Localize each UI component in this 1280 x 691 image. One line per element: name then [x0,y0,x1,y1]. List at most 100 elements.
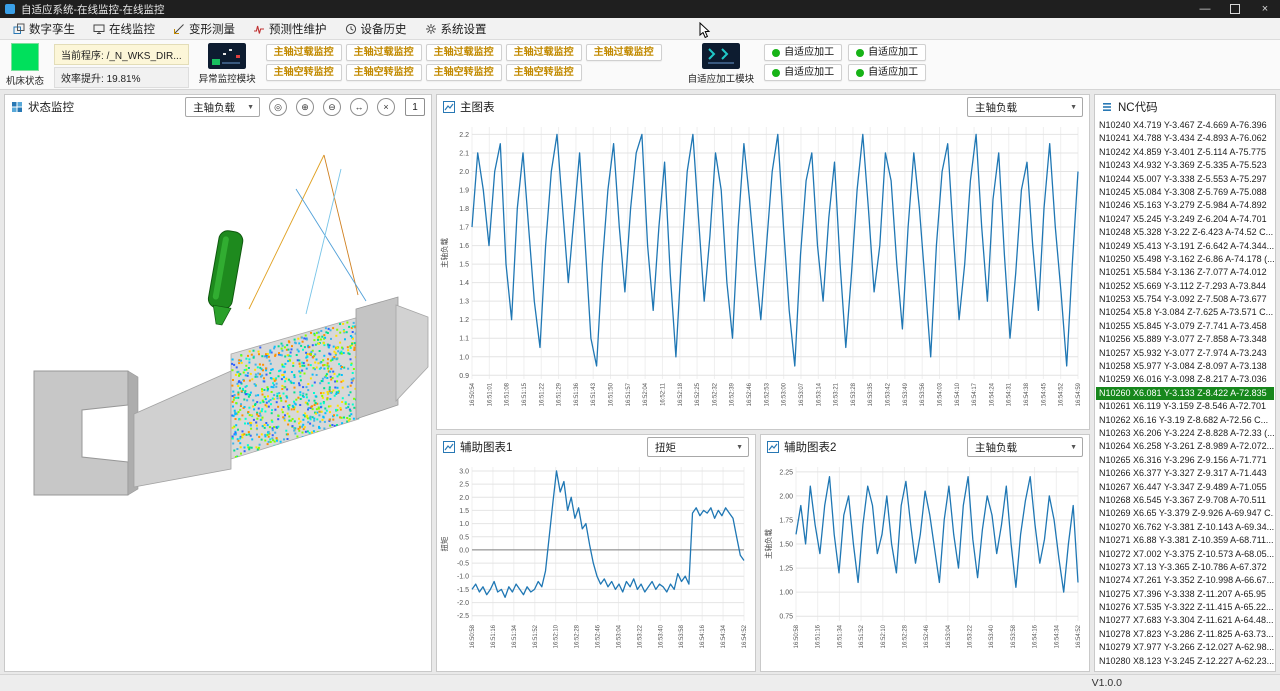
nc-code-line[interactable]: N10242 X4.859 Y-3.401 Z-5.114 A-75.775 [1096,146,1274,159]
svg-text:16:53:58: 16:53:58 [1011,624,1017,648]
zoom-in-icon[interactable]: ⊕ [296,98,314,116]
chevron-down-icon: ▼ [247,104,254,111]
nc-code-line[interactable]: N10258 X5.977 Y-3.084 Z-8.097 A-73.138 [1096,360,1274,373]
line-chart-icon [443,101,455,113]
nc-code-line[interactable]: N10247 X5.245 Y-3.249 Z-6.204 A-74.701 [1096,213,1274,226]
nc-code-line[interactable]: N10278 X7.823 Y-3.286 Z-11.825 A-63.73..… [1096,628,1274,641]
nc-code-line[interactable]: N10274 X7.261 Y-3.352 Z-10.998 A-66.67..… [1096,574,1274,587]
menu-item-online-monitor[interactable]: 在线监控 [84,18,164,39]
adaptive-buttons-grid: 自适应加工自适应加工自适应加工自适应加工 [764,44,926,81]
minimize-button[interactable]: — [1190,0,1220,18]
nc-code-line[interactable]: N10276 X7.535 Y-3.322 Z-11.415 A-65.22..… [1096,601,1274,614]
nc-code-line[interactable]: N10268 X6.545 Y-3.367 Z-9.708 A-70.511 [1096,494,1274,507]
svg-text:16:51:16: 16:51:16 [491,624,497,648]
svg-text:16:54:52: 16:54:52 [1076,624,1082,648]
nc-code-line[interactable]: N10248 X5.328 Y-3.22 Z-6.423 A-74.52 C..… [1096,226,1274,239]
svg-text:1.6: 1.6 [459,243,469,250]
nc-code-line[interactable]: N10252 X5.669 Y-3.112 Z-7.293 A-73.844 [1096,280,1274,293]
nc-code-line[interactable]: N10275 X7.396 Y-3.338 Z-11.207 A-65.95 [1096,588,1274,601]
system-settings-icon [425,23,437,35]
nc-code-line[interactable]: N10244 X5.007 Y-3.338 Z-5.553 A-75.297 [1096,173,1274,186]
nc-code-line[interactable]: N10241 X4.788 Y-3.434 Z-4.893 A-76.062 [1096,132,1274,145]
spindle-idle-monitor-button-4[interactable]: 主轴空转监控 [506,64,582,81]
svg-text:1.7: 1.7 [459,225,469,232]
nc-code-line[interactable]: N10269 X6.65 Y-3.379 Z-9.926 A-69.947 C.… [1096,507,1274,520]
spindle-overload-monitor-button-2[interactable]: 主轴过载监控 [346,44,422,61]
aux-chart1-signal-dropdown[interactable]: 扭矩▼ [647,437,749,457]
nc-code-list[interactable]: N10240 X4.719 Y-3.467 Z-4.669 A-76.396N1… [1096,119,1274,670]
nc-code-line[interactable]: N10254 X5.8 Y-3.084 Z-7.625 A-73.571 C..… [1096,306,1274,319]
zoom-out-icon[interactable]: ⊖ [323,98,341,116]
spindle-overload-monitor-button-1[interactable]: 主轴过载监控 [266,44,342,61]
nc-code-line[interactable]: N10272 X7.002 Y-3.375 Z-10.573 A-68.05..… [1096,548,1274,561]
maximize-button[interactable] [1220,0,1250,18]
current-program-label: 当前程序: /_N_WKS_DIR... [54,44,189,65]
adaptive-machining-button-3[interactable]: 自适应加工 [764,64,842,81]
nc-code-line[interactable]: N10263 X6.206 Y-3.224 Z-8.828 A-72.33 (.… [1096,427,1274,440]
nc-code-line[interactable]: N10240 X4.719 Y-3.467 Z-4.669 A-76.396 [1096,119,1274,132]
aux-chart1-header: 辅助图表1 扭矩▼ [437,435,755,459]
nc-code-line[interactable]: N10270 X6.762 Y-3.381 Z-10.143 A-69.34..… [1096,521,1274,534]
zoom-level-input[interactable]: 1 [405,98,425,116]
nc-code-line[interactable]: N10271 X6.88 Y-3.381 Z-10.359 A-68.711..… [1096,534,1274,547]
green-dot-icon [772,49,780,57]
nc-code-line[interactable]: N10245 X5.084 Y-3.308 Z-5.769 A-75.088 [1096,186,1274,199]
nc-code-line[interactable]: N10255 X5.845 Y-3.079 Z-7.741 A-73.458 [1096,320,1274,333]
spindle-idle-monitor-button-1[interactable]: 主轴空转监控 [266,64,342,81]
nc-code-line[interactable]: N10257 X5.932 Y-3.077 Z-7.974 A-73.243 [1096,347,1274,360]
nc-code-line[interactable]: N10251 X5.584 Y-3.136 Z-7.077 A-74.012 [1096,266,1274,279]
fit-view-icon[interactable]: ↔ [350,98,368,116]
nc-code-line[interactable]: N10267 X6.447 Y-3.347 Z-9.489 A-71.055 [1096,481,1274,494]
menu-item-device-history[interactable]: 设备历史 [336,18,416,39]
aux-chart2-signal-dropdown[interactable]: 主轴负载▼ [967,437,1083,457]
svg-text:16:53:49: 16:53:49 [903,382,909,406]
nc-code-line[interactable]: N10265 X6.316 Y-3.296 Z-9.156 A-71.771 [1096,454,1274,467]
svg-text:0.5: 0.5 [459,534,469,541]
nc-code-line[interactable]: N10249 X5.413 Y-3.191 Z-6.642 A-74.344..… [1096,240,1274,253]
model-3d-view[interactable] [6,119,430,671]
anomaly-module-block: 异常监控模块 [199,43,256,85]
nc-code-line[interactable]: N10259 X6.016 Y-3.098 Z-8.217 A-73.036 [1096,373,1274,386]
reset-view-icon[interactable]: × [377,98,395,116]
nc-code-line[interactable]: N10264 X6.258 Y-3.261 Z-8.989 A-72.072..… [1096,440,1274,453]
pan-icon[interactable]: ◎ [269,98,287,116]
adaptive-machining-button-4[interactable]: 自适应加工 [848,64,926,81]
nc-code-line[interactable]: N10266 X6.377 Y-3.327 Z-9.317 A-71.443 [1096,467,1274,480]
spindle-overload-monitor-button-4[interactable]: 主轴过载监控 [506,44,582,61]
menu-item-digital-twin[interactable]: 数字孪生 [4,18,84,39]
status-signal-dropdown[interactable]: 主轴负载▼ [185,97,260,117]
adaptive-machining-button-1[interactable]: 自适应加工 [764,44,842,61]
overload-buttons-row: 主轴过载监控主轴过载监控主轴过载监控主轴过载监控主轴过载监控 [266,44,662,61]
nc-code-line[interactable]: N10279 X7.977 Y-3.266 Z-12.027 A-62.98..… [1096,641,1274,654]
spindle-idle-monitor-button-2[interactable]: 主轴空转监控 [346,64,422,81]
nc-code-line[interactable]: N10277 X7.683 Y-3.304 Z-11.621 A-64.48..… [1096,614,1274,627]
nc-code-line[interactable]: N10260 X6.081 Y-3.133 Z-8.422 A-72.835 [1096,387,1274,400]
nc-code-line[interactable]: N10246 X5.163 Y-3.279 Z-5.984 A-74.892 [1096,199,1274,212]
nc-code-line[interactable]: N10253 X5.754 Y-3.092 Z-7.508 A-73.677 [1096,293,1274,306]
nc-code-line[interactable]: N10262 X6.16 Y-3.19 Z-8.682 A-72.56 C... [1096,414,1274,427]
close-button[interactable]: × [1250,0,1280,18]
svg-text:16:53:35: 16:53:35 [868,382,874,406]
nc-code-line[interactable]: N10273 X7.13 Y-3.365 Z-10.786 A-67.372 [1096,561,1274,574]
nc-code-line[interactable]: N10250 X5.498 Y-3.162 Z-6.86 A-74.178 (.… [1096,253,1274,266]
status-panel-header: 状态监控 主轴负载▼ ◎ ⊕ ⊖ ↔ × 1 [5,95,431,119]
spindle-overload-monitor-button-3[interactable]: 主轴过载监控 [426,44,502,61]
nc-code-line[interactable]: N10243 X4.932 Y-3.369 Z-5.335 A-75.523 [1096,159,1274,172]
menu-item-predict-maintenance[interactable]: 预测性维护 [244,18,336,39]
main-chart-signal-dropdown[interactable]: 主轴负载▼ [967,97,1083,117]
device-history-icon [345,23,357,35]
nc-code-line[interactable]: N10280 X8.123 Y-3.245 Z-12.227 A-62.23..… [1096,655,1274,668]
svg-text:16:54:52: 16:54:52 [1059,382,1065,406]
version-label: V1.0.0 [1092,677,1122,689]
svg-text:1.75: 1.75 [779,517,793,524]
title-bar: 自适应系统-在线监控-在线监控 — × [0,0,1280,18]
spindle-idle-monitor-button-3[interactable]: 主轴空转监控 [426,64,502,81]
menu-item-system-settings[interactable]: 系统设置 [416,18,496,39]
spindle-overload-monitor-button-5[interactable]: 主轴过载监控 [586,44,662,61]
nc-code-line[interactable]: N10256 X5.889 Y-3.077 Z-7.858 A-73.348 [1096,333,1274,346]
nc-code-line[interactable]: N10261 X6.119 Y-3.159 Z-8.546 A-72.701 [1096,400,1274,413]
adaptive-machining-button-2[interactable]: 自适应加工 [848,44,926,61]
svg-text:16:52:18: 16:52:18 [678,382,684,406]
svg-text:16:54:16: 16:54:16 [700,624,706,648]
menu-item-deform-measure[interactable]: 变形测量 [164,18,244,39]
